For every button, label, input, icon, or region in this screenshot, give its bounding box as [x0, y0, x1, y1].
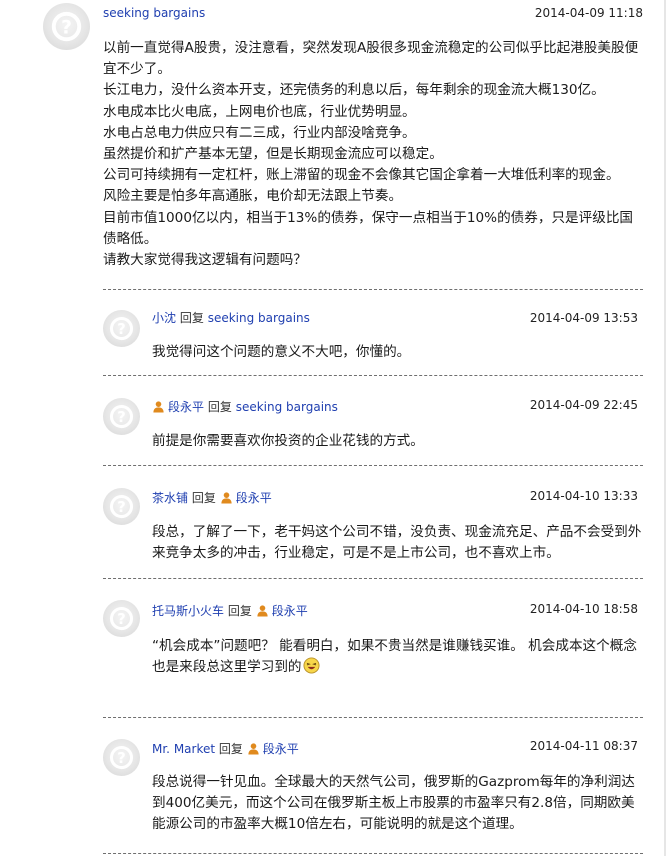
reply-target[interactable]: 段永平	[272, 604, 308, 618]
reply-target[interactable]: seeking bargains	[208, 311, 310, 325]
reply-target[interactable]: 段永平	[236, 491, 272, 505]
post-line: 目前市值1000亿以内，相当于13%的债券，保守一点相当于10%的债券，只是评级…	[103, 209, 634, 247]
reply-divider	[103, 717, 643, 718]
svg-text:?: ?	[117, 611, 125, 628]
reply-text: 我觉得问这个问题的意义不大吧，你懂的。	[152, 344, 411, 360]
reply-author[interactable]: Mr. Market	[152, 742, 215, 756]
reply-divider	[103, 578, 643, 579]
reply-word: 回复	[227, 604, 252, 618]
reply-timestamp: 2014-04-09 22:45	[529, 398, 638, 412]
reply-timestamp: 2014-04-10 18:58	[529, 602, 638, 616]
reply-text: 前提是你需要喜欢你投资的企业花钱的方式。	[152, 433, 424, 449]
post-author[interactable]: seeking bargains	[103, 6, 205, 20]
reply-word: 回复	[207, 400, 232, 414]
post-divider	[103, 289, 643, 290]
default-avatar-question-icon: ?	[109, 404, 134, 429]
reply-timestamp: 2014-04-11 08:37	[529, 739, 638, 753]
svg-text:?: ?	[61, 17, 72, 38]
default-avatar-question-icon: ?	[109, 316, 134, 341]
user-badge-icon	[152, 400, 165, 413]
post-line: 水电占总电力供应只有二三成，行业内部没啥竞争。	[103, 124, 416, 141]
reply-author[interactable]: 茶水铺	[152, 491, 188, 505]
reply-text: “机会成本”问题吧？ 能看明白，如果不贵当然是谁赚钱买谁。 机会成本这个概念也是…	[152, 638, 637, 676]
post-line: 请教大家觉得我这逻辑有问题吗？	[103, 252, 307, 269]
reply-timestamp: 2014-04-09 13:53	[529, 311, 638, 325]
reply-target[interactable]: seeking bargains	[236, 400, 338, 414]
post-timestamp: 2014-04-09 11:18	[534, 6, 643, 20]
reply-divider	[103, 375, 643, 376]
reply-author[interactable]: 托马斯小火车	[152, 604, 224, 618]
reply-text: 段总说得一针见血。全球最大的天然气公司，俄罗斯的Gazprom每年的净利润达到4…	[152, 774, 635, 833]
reply-author[interactable]: 小沈	[152, 311, 176, 325]
post-line: 风险主要是怕多年高通胀，电价却无法跟上节奏。	[103, 188, 403, 205]
user-badge-icon	[247, 742, 260, 755]
avatar[interactable]: ?	[103, 488, 140, 525]
svg-text:?: ?	[117, 321, 125, 338]
reply-word: 回复	[191, 491, 216, 505]
post-line: 虽然提价和扩产基本无望，但是长期现金流应可以稳定。	[103, 146, 443, 163]
post-line: 公司可持续拥有一定杠杆，账上滞留的现金不会像其它国企拿着一大堆低利率的现金。	[103, 167, 620, 184]
avatar[interactable]: ?	[103, 600, 140, 637]
default-avatar-question-icon: ?	[109, 606, 134, 631]
avatar[interactable]: ?	[43, 3, 90, 50]
reply-divider	[103, 853, 643, 854]
reply-word: 回复	[218, 742, 243, 756]
user-badge-icon	[220, 491, 233, 504]
avatar[interactable]: ?	[103, 310, 140, 347]
reply-target[interactable]: 段永平	[263, 742, 299, 756]
avatar[interactable]: ?	[103, 398, 140, 435]
user-badge-icon	[256, 604, 269, 617]
reply-text: 段总，了解了一下，老干妈这个公司不错，没负责、现金流充足、产品不会受到外来竞争太…	[152, 524, 642, 562]
reply-author[interactable]: 段永平	[168, 400, 204, 414]
reply-word: 回复	[179, 311, 204, 325]
laughing-emoji-icon	[303, 657, 320, 674]
svg-text:?: ?	[117, 499, 125, 516]
avatar[interactable]: ?	[103, 739, 140, 776]
default-avatar-question-icon: ?	[109, 745, 134, 770]
post-line: 以前一直觉得A股贵，没注意看，突然发现A股很多现金流稳定的公司似乎比起港股美股便…	[103, 40, 639, 78]
reply-divider	[103, 465, 643, 466]
reply-timestamp: 2014-04-10 13:33	[529, 489, 638, 503]
svg-text:?: ?	[117, 750, 125, 767]
svg-text:?: ?	[117, 409, 125, 426]
reply-body: “机会成本”问题吧？ 能看明白，如果不贵当然是谁赚钱买谁。 机会成本这个概念也是…	[152, 636, 642, 678]
default-avatar-question-icon: ?	[51, 11, 82, 42]
default-avatar-question-icon: ?	[109, 494, 134, 519]
post-line: 长江电力，没什么资本开支，还完债务的利息以后，每年剩余的现金流大概130亿。	[103, 82, 605, 99]
post-body: 以前一直觉得A股贵，没注意看，突然发现A股很多现金流稳定的公司似乎比起港股美股便…	[103, 38, 643, 271]
post-line: 水电成本比火电底，上网电价也底，行业优势明显。	[103, 103, 416, 120]
